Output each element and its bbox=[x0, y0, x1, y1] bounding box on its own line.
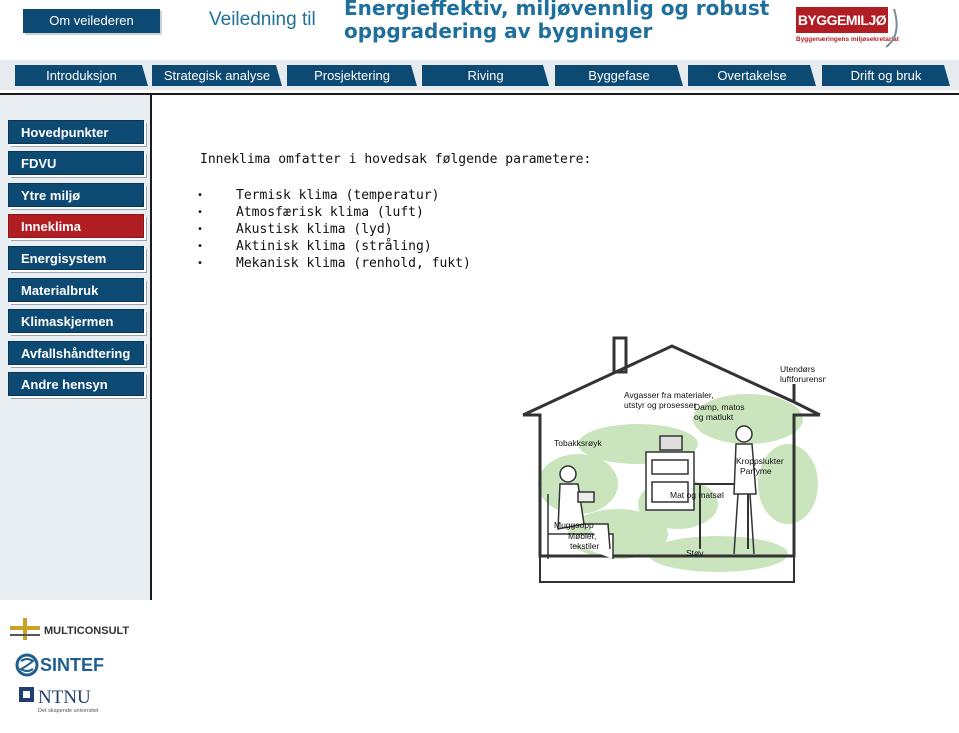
list-item: • Atmosfærisk klima (luft) bbox=[197, 204, 471, 221]
tab-prosjektering[interactable]: Prosjektering bbox=[287, 65, 417, 86]
list-item: • Termisk klima (temperatur) bbox=[197, 187, 471, 204]
label-textiles: tekstiler bbox=[570, 541, 599, 551]
ntnu-tagline: Det skapende universitet bbox=[38, 708, 99, 714]
label-furniture: Møbler, bbox=[568, 531, 596, 541]
page-title: Energieffektiv, miljøvennlig og robust o… bbox=[344, 0, 770, 43]
ntnu-text: NTNU bbox=[38, 687, 91, 708]
sidebar-item-ytre-miljo[interactable]: Ytre miljø bbox=[8, 183, 144, 207]
tab-byggefase[interactable]: Byggefase bbox=[555, 65, 683, 86]
sintef-text: SINTEF bbox=[40, 655, 104, 675]
parameter-text: Atmosfærisk klima (luft) bbox=[236, 205, 424, 220]
tab-overtakelse[interactable]: Overtakelse bbox=[688, 65, 816, 86]
sintef-logo: SINTEF bbox=[15, 653, 104, 677]
about-guide-button[interactable]: Om veilederen bbox=[23, 9, 160, 33]
bullet-icon: • bbox=[197, 207, 204, 218]
label-perfume: Parfyme bbox=[740, 466, 772, 476]
sidebar-item-andre-hensyn[interactable]: Andre hensyn bbox=[8, 372, 144, 396]
bullet-icon: • bbox=[197, 190, 204, 201]
label-body-odour: Kroppslukter bbox=[736, 456, 784, 466]
sidebar-item-inneklima[interactable]: Inneklima bbox=[8, 214, 144, 238]
bullet-icon: • bbox=[197, 241, 204, 252]
multiconsult-logo: MULTICONSULT bbox=[10, 618, 129, 640]
bullet-icon: • bbox=[197, 224, 204, 235]
list-item: • Aktinisk klima (stråling) bbox=[197, 238, 471, 255]
sidebar-item-materialbruk[interactable]: Materialbruk bbox=[8, 278, 144, 302]
indoor-climate-illustration: Utendørs luftforurensning Avgasser fra m… bbox=[522, 336, 826, 583]
byggemiljo-logo: BYGGEMILJØ Byggenæringens miljøsekretari… bbox=[796, 5, 908, 51]
tab-drift-og-bruk[interactable]: Drift og bruk bbox=[822, 65, 950, 86]
label-outdoor-pollution: luftforurensning bbox=[780, 374, 826, 384]
sidebar-item-fdvu[interactable]: FDVU bbox=[8, 151, 144, 175]
sidebar-item-hovedpunkter[interactable]: Hovedpunkter bbox=[8, 120, 144, 144]
label-mould: Muggsopp bbox=[554, 520, 594, 530]
label-emissions-2: utstyr og prosesser bbox=[624, 400, 696, 410]
partner-logos: MULTICONSULT SINTEF NTNU Det skapende un… bbox=[0, 600, 152, 728]
multiconsult-text: MULTICONSULT bbox=[44, 625, 129, 637]
sidebar: Hovedpunkter FDVU Ytre miljø Inneklima E… bbox=[0, 93, 152, 600]
parameter-text: Aktinisk klima (stråling) bbox=[236, 239, 432, 254]
label-emissions: Avgasser fra materialer, bbox=[624, 390, 714, 400]
standing-person bbox=[733, 425, 757, 555]
parameter-text: Akustisk klima (lyd) bbox=[236, 222, 393, 237]
byggemiljo-logo-text: BYGGEMILJØ bbox=[796, 7, 888, 33]
label-steam: Damp, matos bbox=[694, 402, 745, 412]
list-item: • Akustisk klima (lyd) bbox=[197, 221, 471, 238]
ntnu-logo: NTNU Det skapende universitet bbox=[19, 687, 99, 714]
sidebar-item-klimaskjermen[interactable]: Klimaskjermen bbox=[8, 309, 144, 333]
byggemiljo-swoosh-icon bbox=[885, 8, 898, 48]
label-outdoor: Utendørs bbox=[780, 364, 815, 374]
tab-riving[interactable]: Riving bbox=[422, 65, 549, 86]
inneklima-intro: Inneklima omfatter i hovedsak følgende p… bbox=[200, 152, 592, 167]
tab-strategisk-analyse[interactable]: Strategisk analyse bbox=[152, 65, 282, 86]
label-dust: Støv bbox=[686, 548, 704, 558]
parameter-list: • Termisk klima (temperatur) • Atmosfærisk… bbox=[197, 187, 471, 272]
tab-introduksjon[interactable]: Introduksjon bbox=[15, 65, 148, 86]
guide-label: Veiledning til bbox=[209, 9, 316, 30]
content-top-border bbox=[152, 93, 959, 95]
label-food: Mat og matsøl bbox=[670, 490, 724, 500]
label-tobacco: Tobakksrøyk bbox=[554, 438, 602, 448]
list-item: • Mekanisk klima (renhold, fukt) bbox=[197, 255, 471, 272]
sidebar-item-energisystem[interactable]: Energisystem bbox=[8, 246, 144, 270]
partner-logos-graphic: MULTICONSULT SINTEF NTNU Det skapende un… bbox=[10, 618, 129, 714]
label-steam-2: og matlukt bbox=[694, 412, 734, 422]
sidebar-item-avfallshandtering[interactable]: Avfallshåndtering bbox=[8, 341, 144, 365]
bullet-icon: • bbox=[197, 258, 204, 269]
parameter-text: Termisk klima (temperatur) bbox=[236, 188, 440, 203]
parameter-text: Mekanisk klima (renhold, fukt) bbox=[236, 256, 471, 271]
